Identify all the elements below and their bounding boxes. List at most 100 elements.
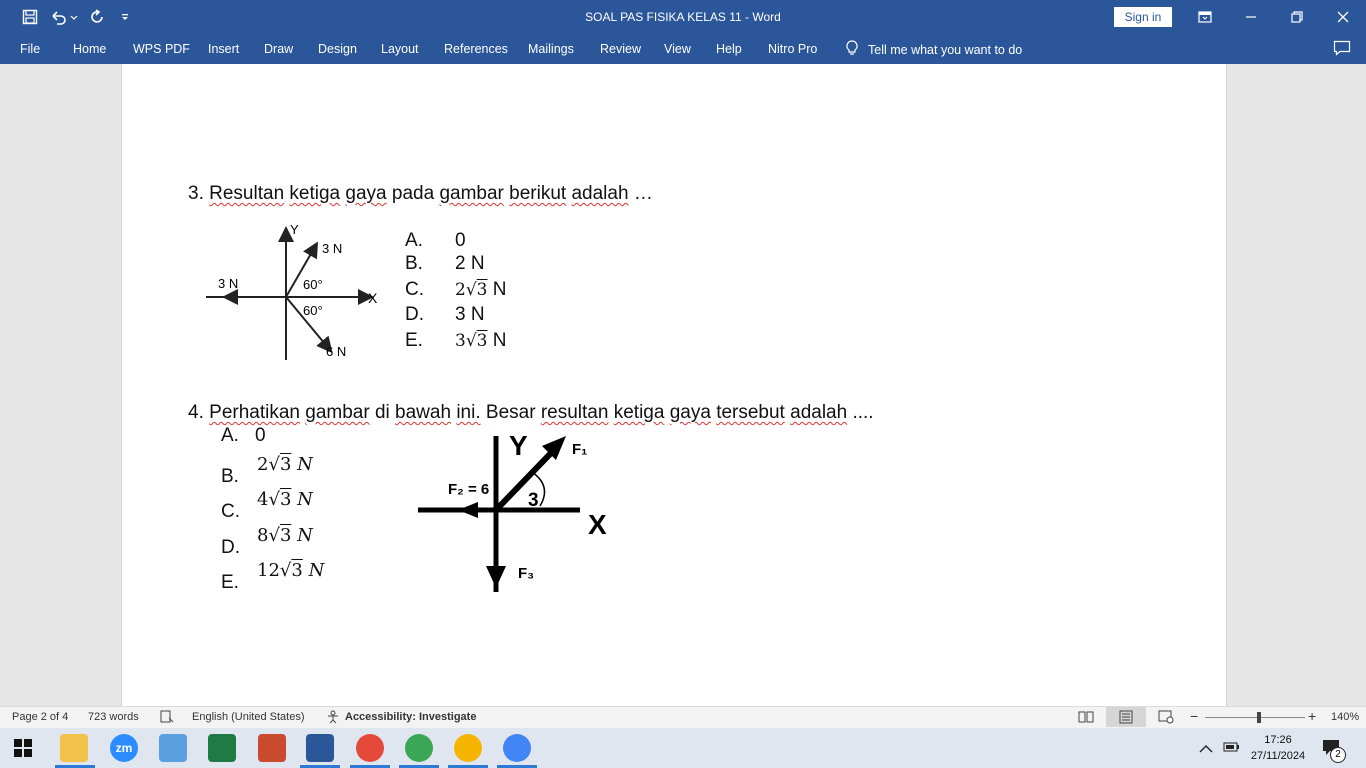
question-word: gambar (439, 183, 504, 204)
taskbar: zm 17:26 27/11/2024 2 (0, 728, 1366, 768)
word-count[interactable]: 723 words (88, 711, 139, 723)
tab-view[interactable]: View (664, 42, 691, 56)
powerpoint-icon[interactable] (258, 734, 286, 762)
tab-insert[interactable]: Insert (208, 42, 239, 56)
tab-file[interactable]: File (20, 42, 40, 56)
page-count[interactable]: Page 2 of 4 (12, 711, 68, 723)
question-3: 3. Resultan ketiga gaya pada gambar beri… (188, 183, 653, 205)
sqrt-symbol: √ (465, 331, 477, 351)
language-indicator[interactable]: English (United States) (192, 711, 305, 723)
option-e: E. 3√3 N (405, 330, 507, 352)
option-a: A. 0 (405, 230, 466, 252)
minimize-icon[interactable] (1228, 4, 1274, 30)
sqrt-symbol: √ (279, 560, 292, 581)
chevron-up-icon[interactable] (1199, 741, 1213, 759)
file-explorer-icon[interactable] (60, 734, 88, 762)
restore-icon[interactable] (1274, 4, 1320, 30)
x-axis-label: X (368, 290, 378, 306)
contacts-app-icon[interactable] (159, 734, 187, 762)
option-letter: E. (221, 572, 239, 593)
question-number: 3. (188, 183, 204, 204)
zoom-out-icon[interactable]: − (1190, 708, 1198, 724)
tab-wps-pdf[interactable]: WPS PDF (133, 42, 190, 56)
sqrt-symbol: √ (268, 489, 280, 510)
proofing-icon[interactable] (159, 710, 175, 727)
force-diagram-q4: Y X F₁ F₂ = 6 F₃ 3 (418, 430, 607, 592)
tab-references[interactable]: References (444, 42, 508, 56)
tab-help[interactable]: Help (716, 42, 742, 56)
question-word: di (374, 402, 390, 423)
question-word: pada (391, 183, 435, 204)
tab-nitro-pro[interactable]: Nitro Pro (768, 42, 817, 56)
web-layout-icon[interactable] (1158, 710, 1174, 727)
document-area: 3. Resultan ketiga gaya pada gambar beri… (0, 64, 1366, 706)
option-unit: N (492, 279, 507, 300)
option-unit: N (492, 330, 507, 351)
question-word: ketiga (613, 402, 665, 423)
zoom-level[interactable]: 140% (1331, 711, 1359, 723)
clock-time: 17:26 (1264, 734, 1292, 746)
tab-draw[interactable]: Draw (264, 42, 293, 56)
option-radicand: 3 (279, 489, 292, 510)
read-mode-icon[interactable] (1078, 710, 1094, 727)
force-f2-label: F₂ = 6 (448, 481, 489, 498)
chrome-profile-4-icon[interactable] (503, 734, 531, 762)
tab-mailings[interactable]: Mailings (528, 42, 574, 56)
option-text: 0 (255, 425, 266, 446)
question-number: 4. (188, 402, 204, 423)
tab-review[interactable]: Review (600, 42, 641, 56)
accessibility-icon[interactable] (326, 710, 342, 727)
option-letter: A. (405, 230, 423, 251)
print-layout-icon[interactable] (1106, 707, 1146, 727)
option-e: E. 12√3 N (221, 560, 324, 594)
excel-icon[interactable] (208, 734, 236, 762)
force-f1-label: F₁ (572, 441, 587, 458)
chrome-profile-1-icon[interactable] (356, 734, 384, 762)
accessibility-status[interactable]: Accessibility: Investigate (345, 711, 476, 723)
option-coefficient: 3 (455, 331, 466, 351)
zoom-in-icon[interactable]: + (1308, 708, 1316, 724)
start-icon[interactable] (14, 739, 32, 762)
close-icon[interactable] (1320, 4, 1366, 30)
tell-me-search[interactable]: Tell me what you want to do (846, 40, 1022, 59)
notifications-icon[interactable]: 2 (1322, 738, 1350, 767)
ribbon-display-options-icon[interactable] (1182, 4, 1228, 30)
angle-label: 3 (528, 490, 539, 511)
force-f2-arrowhead (458, 502, 478, 518)
force-diagram-q3: Y X 3 N 3 N 6 N 60° 60° (206, 222, 378, 360)
system-clock[interactable]: 17:26 27/11/2024 (1240, 732, 1316, 764)
question-word: Resultan (209, 183, 285, 204)
battery-icon[interactable] (1222, 740, 1240, 759)
word-icon[interactable] (306, 734, 334, 762)
option-unit: N (297, 489, 313, 510)
chrome-profile-3-icon[interactable] (454, 734, 482, 762)
tab-layout[interactable]: Layout (381, 42, 419, 56)
force-f3-arrowhead (486, 566, 506, 588)
question-word: .... (852, 402, 874, 423)
zoom-slider-thumb[interactable] (1257, 712, 1261, 723)
force-left-label: 3 N (218, 276, 238, 291)
sqrt-symbol: √ (465, 280, 477, 300)
option-letter: C. (405, 279, 424, 300)
option-coefficient: 4 (257, 489, 269, 510)
option-radicand: 3 (476, 331, 488, 351)
comments-icon[interactable] (1333, 40, 1351, 59)
question-word: adalah (790, 402, 848, 423)
sign-in-button[interactable]: Sign in (1114, 7, 1172, 27)
question-word: Perhatikan (209, 402, 300, 423)
y-axis-label: Y (509, 430, 528, 461)
zoom-app-icon[interactable]: zm (110, 734, 138, 762)
tell-me-label: Tell me what you want to do (868, 42, 1023, 57)
chrome-profile-2-icon[interactable] (405, 734, 433, 762)
zoom-slider[interactable] (1205, 717, 1305, 718)
option-radicand: 3 (279, 454, 292, 475)
question-word: bawah (395, 402, 452, 423)
option-b: B. 2√3 N (221, 454, 313, 488)
tab-design[interactable]: Design (318, 42, 357, 56)
question-word: gaya (669, 402, 711, 423)
option-coefficient: 8 (257, 525, 269, 546)
document-page[interactable]: 3. Resultan ketiga gaya pada gambar beri… (121, 64, 1227, 706)
tab-home[interactable]: Home (73, 42, 106, 56)
notification-count-badge: 2 (1330, 747, 1346, 763)
ribbon-tabs: File Home WPS PDF Insert Draw Design Lay… (0, 34, 1366, 64)
